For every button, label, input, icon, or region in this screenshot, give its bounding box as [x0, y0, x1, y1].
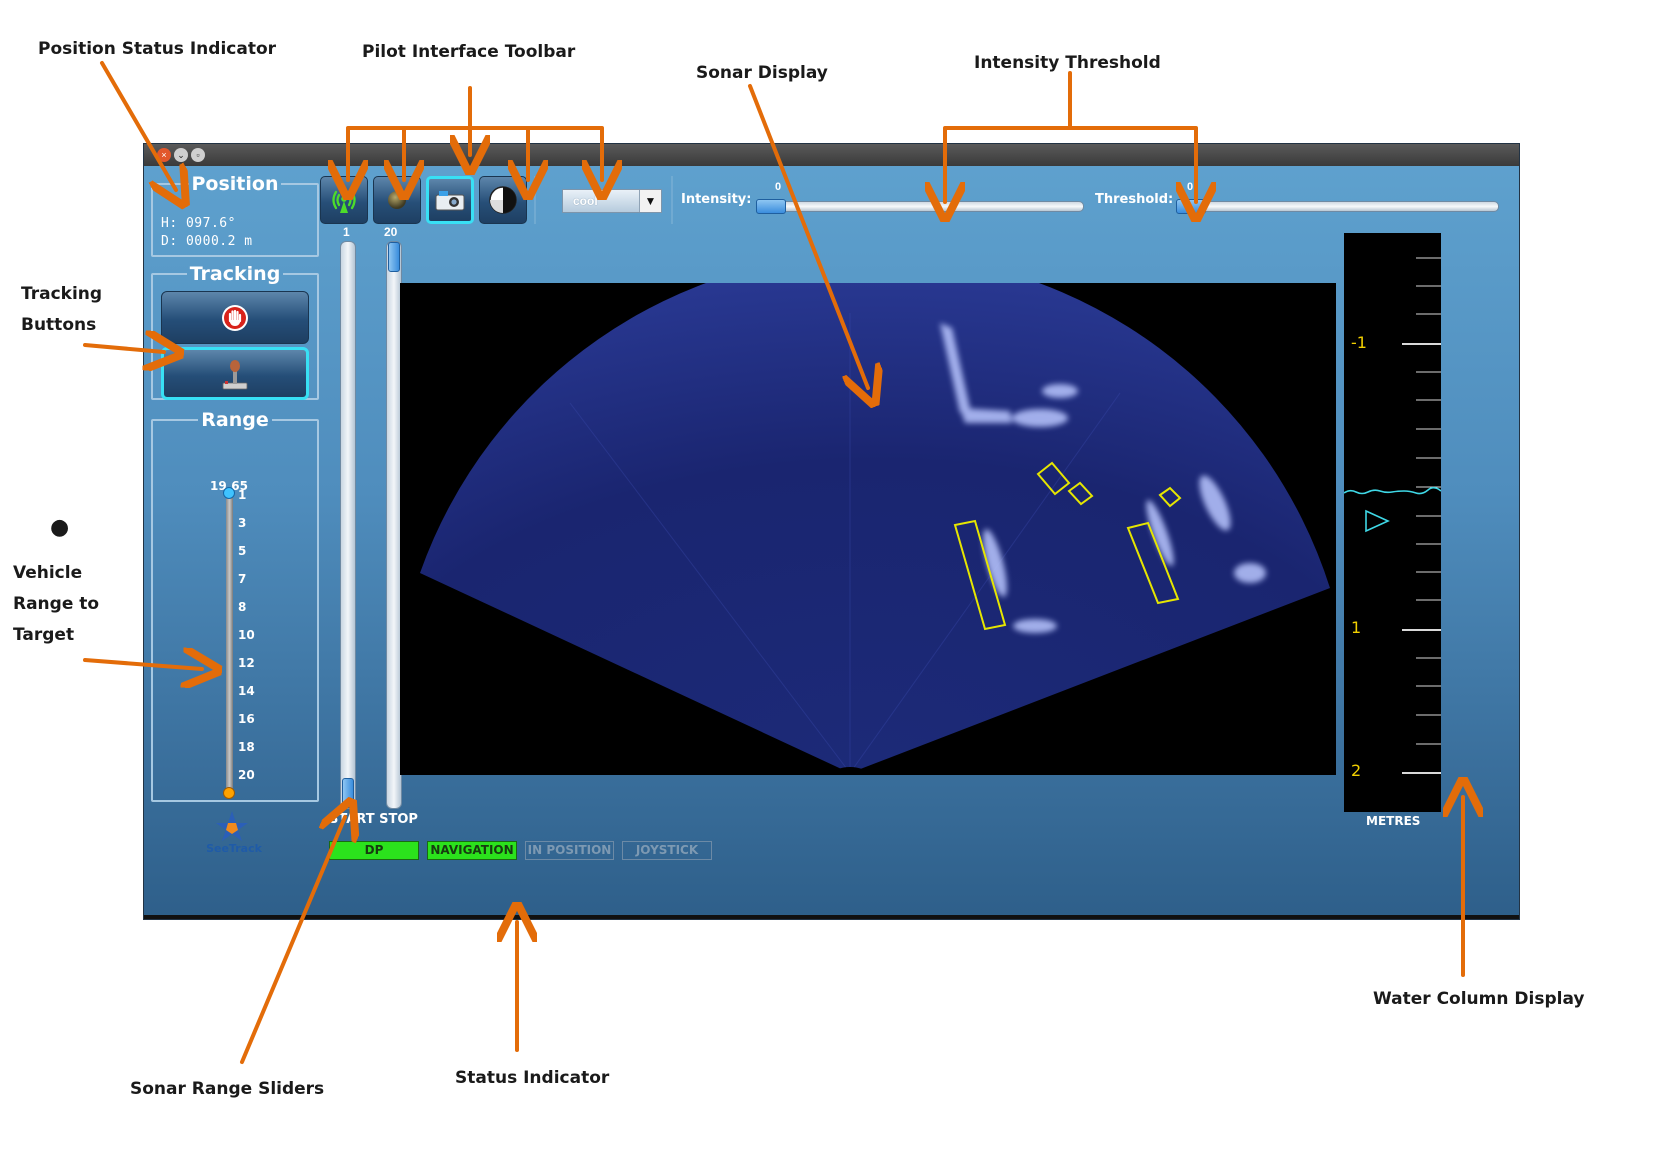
sonar-fan [420, 283, 1330, 773]
star-logo-icon [216, 811, 248, 841]
threshold-slider-thumb[interactable] [1176, 199, 1206, 214]
range-panel: Range 19.65 1 3 5 7 8 10 12 14 16 18 20 [151, 409, 319, 802]
range-tick-label: 5 [238, 544, 247, 558]
annotation-tracking-line1: Tracking [21, 284, 103, 304]
annotation-vehicle-line3: Target [13, 625, 75, 645]
position-panel: Position H: 097.6° D: 0000.2 m [151, 173, 319, 257]
metres-label: METRES [1366, 814, 1421, 828]
annotation-position-status: Position Status Indicator [38, 39, 277, 59]
bullet-dot: ● [50, 515, 70, 540]
range-tick-label: 14 [238, 684, 255, 698]
contrast-icon [489, 186, 517, 214]
annotation-sonar-range-sliders: Sonar Range Sliders [130, 1079, 325, 1099]
range-tick-label: 8 [238, 600, 247, 614]
status-in-position: IN POSITION [525, 841, 614, 860]
range-tick-label: 1 [238, 488, 247, 502]
hand-stop-icon [222, 304, 248, 331]
seetrack-logo-text: SeeTrack [206, 842, 262, 855]
window-minimize-button[interactable]: ⌄ [174, 148, 188, 162]
status-dp: DP [329, 841, 419, 860]
colormap-value: cool [573, 194, 598, 208]
depth-label: 2 [1351, 761, 1362, 780]
camera-button[interactable] [426, 176, 474, 224]
status-joystick: JOYSTICK [622, 841, 712, 860]
intensity-slider-thumb[interactable] [756, 199, 786, 214]
annotation-vehicle-line2: Range to [13, 594, 100, 614]
joystick-button[interactable] [161, 347, 309, 400]
annotation-water-column: Water Column Display [1373, 989, 1585, 1009]
threshold-value: 0 [1187, 181, 1194, 193]
threshold-slider[interactable] [1176, 201, 1499, 212]
annotation-pilot-toolbar: Pilot Interface Toolbar [362, 42, 576, 62]
stop-range-value: 20 [384, 225, 398, 239]
range-tick-label: 20 [238, 768, 255, 782]
sonar-pilot-window: × ⌄ ▫ Position H: 097.6° D: 0000.2 m Tra… [143, 143, 1520, 920]
sphere-button[interactable] [373, 176, 421, 224]
annotation-vehicle-line1: Vehicle [13, 563, 83, 583]
status-navigation: NAVIGATION [427, 841, 517, 860]
wireless-button[interactable] [320, 176, 368, 224]
window-close-button[interactable]: × [157, 148, 171, 162]
range-tick-label: 10 [238, 628, 255, 642]
tracking-panel: Tracking [151, 263, 319, 400]
range-min-marker [223, 487, 235, 499]
sonar-display[interactable] [400, 283, 1336, 775]
range-tick-label: 3 [238, 516, 247, 530]
annotation-tracking-line2: Buttons [21, 315, 97, 335]
annotation-sonar-display: Sonar Display [696, 63, 828, 83]
water-column-display: -1 1 2 [1344, 233, 1441, 812]
annotation-intensity-threshold: Intensity Threshold [974, 53, 1161, 73]
window-titlebar[interactable]: × ⌄ ▫ [144, 144, 1519, 166]
wireless-icon [332, 190, 356, 213]
range-current-marker [223, 787, 235, 799]
heading-readout: H: 097.6° [161, 216, 236, 231]
start-range-slider[interactable] [340, 241, 356, 809]
start-range-slider-thumb[interactable] [342, 778, 354, 808]
range-tick-label: 18 [238, 740, 255, 754]
start-range-value: 1 [343, 225, 350, 239]
tracking-legend: Tracking [189, 263, 281, 285]
window-maximize-button[interactable]: ▫ [191, 148, 205, 162]
sonar-image [420, 283, 1330, 775]
camera-icon [435, 191, 465, 211]
toolbar-separator [534, 176, 536, 224]
colormap-select[interactable]: cool ▼ [562, 189, 662, 213]
range-tick-label: 16 [238, 712, 255, 726]
distance-readout: D: 0000.2 m [161, 234, 253, 249]
joystick-icon [222, 359, 248, 389]
stop-tracking-button[interactable] [161, 291, 309, 344]
stop-range-slider-thumb[interactable] [388, 242, 400, 272]
window-bottom-border [144, 915, 1519, 919]
vehicle-depth-marker [1365, 509, 1390, 533]
range-tick-label: 7 [238, 572, 247, 586]
dropdown-arrow-icon[interactable]: ▼ [639, 190, 661, 212]
annotation-vehicle-range: Vehicle Range to Target [13, 558, 99, 651]
seetrack-logo: SeeTrack [202, 809, 266, 855]
threshold-label: Threshold: [1095, 192, 1174, 207]
intensity-slider[interactable] [756, 201, 1084, 212]
contrast-button[interactable] [479, 176, 527, 224]
annotation-status-indicator: Status Indicator [455, 1068, 610, 1088]
depth-label: -1 [1351, 333, 1367, 352]
range-legend: Range [201, 409, 269, 431]
annotation-tracking-buttons: Tracking Buttons [21, 279, 102, 341]
vehicle-range-bar [226, 492, 233, 792]
intensity-value: 0 [775, 181, 782, 193]
start-stop-label: START STOP [329, 812, 418, 827]
range-tick-label: 12 [238, 656, 255, 670]
depth-label: 1 [1351, 618, 1362, 637]
toolbar-separator [671, 176, 673, 224]
water-column-scale [1344, 257, 1441, 774]
intensity-label: Intensity: [681, 192, 752, 207]
sphere-icon [388, 191, 406, 209]
position-legend: Position [191, 173, 279, 195]
